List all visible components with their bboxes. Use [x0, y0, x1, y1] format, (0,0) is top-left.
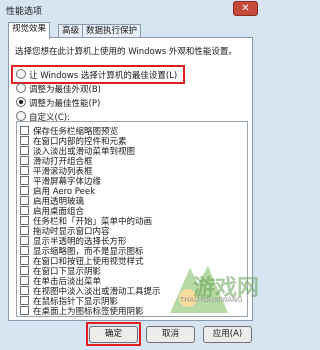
checkbox[interactable]: [20, 156, 29, 165]
checkbox[interactable]: [20, 176, 29, 185]
checkbox[interactable]: [20, 246, 29, 255]
radio-best-performance[interactable]: 调整为最佳性能(P): [16, 97, 100, 109]
radio-circle-selected: [16, 97, 26, 107]
list-item[interactable]: 在桌面上为图标标签使用阴影: [20, 306, 144, 316]
checkbox[interactable]: [20, 186, 29, 195]
tab-dep[interactable]: 数据执行保护: [82, 24, 142, 38]
checkbox[interactable]: [20, 236, 29, 245]
cancel-button[interactable]: 取消: [146, 326, 195, 343]
radio-let-windows-choose[interactable]: 让 Windows 选择计算机的最佳设置(L): [16, 69, 177, 81]
checkbox[interactable]: [20, 286, 29, 295]
radio-circle: [16, 83, 26, 93]
radio-label: 让 Windows 选择计算机的最佳设置(L): [29, 71, 178, 81]
ok-button[interactable]: 确定: [89, 326, 138, 343]
close-button[interactable]: ✕: [233, 1, 258, 16]
checkbox[interactable]: [20, 256, 29, 265]
apply-button[interactable]: 应用(A): [203, 326, 252, 343]
checkbox[interactable]: [20, 226, 29, 235]
tab-visual-effects[interactable]: 视觉效果: [8, 22, 51, 39]
description-text: 选择您想在此计算机上使用的 Windows 外观和性能设置。: [15, 47, 237, 57]
watermark-subtext: THAOYOUXIWANG: [180, 296, 243, 304]
window-title: 性能选项: [6, 7, 43, 17]
checkbox[interactable]: [20, 266, 29, 275]
checkbox[interactable]: [20, 306, 29, 315]
checkbox[interactable]: [20, 146, 29, 155]
radio-best-appearance[interactable]: 调整为最佳外观(B): [16, 83, 101, 95]
title-bar: 性能选项 ✕: [0, 0, 261, 20]
checkbox[interactable]: [20, 136, 29, 145]
radio-label: 调整为最佳性能(P): [29, 99, 101, 109]
checkbox[interactable]: [20, 126, 29, 135]
checkbox[interactable]: [20, 276, 29, 285]
checkbox[interactable]: [20, 206, 29, 215]
close-icon: ✕: [241, 3, 250, 14]
checkbox[interactable]: [20, 296, 29, 305]
radio-label: 调整为最佳外观(B): [29, 85, 101, 95]
radio-circle: [16, 111, 26, 121]
checkbox[interactable]: [20, 166, 29, 175]
checkbox[interactable]: [20, 216, 29, 225]
radio-circle: [16, 69, 26, 79]
checkbox[interactable]: [20, 196, 29, 205]
tab-advanced[interactable]: 高级: [58, 24, 84, 38]
